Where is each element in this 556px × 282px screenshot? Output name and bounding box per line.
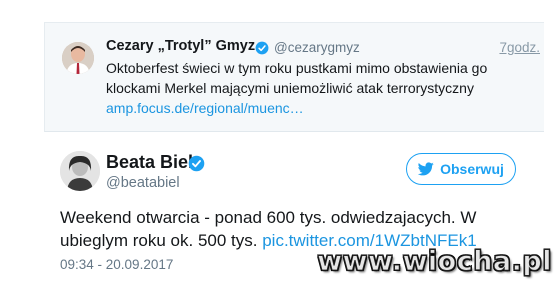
user-avatar-icon <box>62 42 94 74</box>
follow-button-label: Obserwuj <box>440 161 504 177</box>
quoted-tweet-link[interactable]: amp.focus.de/regional/muenc… <box>106 98 304 118</box>
quoted-author-handle[interactable]: @cezarygmyz <box>274 40 360 55</box>
user-avatar-icon <box>60 151 100 191</box>
quoted-tweet-text: Oktoberfest świeci w tym roku pustkami m… <box>106 60 488 96</box>
verified-badge-icon <box>255 41 269 55</box>
main-author-handle[interactable]: @beatabiel <box>106 175 180 191</box>
quoted-author-name[interactable]: Cezary „Trotyl” Gmyz <box>106 38 255 54</box>
twitter-bird-icon <box>418 162 434 176</box>
watermark: www.wiocha.pl <box>317 246 552 278</box>
quoted-tweet[interactable]: Cezary „Trotyl” Gmyz @cezarygmyz 7godz. … <box>44 22 544 132</box>
main-author-name[interactable]: Beata Biel <box>106 152 193 173</box>
main-tweet-date[interactable]: 09:34 - 20.09.2017 <box>60 257 173 272</box>
tweet-screenshot: Cezary „Trotyl” Gmyz @cezarygmyz 7godz. … <box>0 0 556 282</box>
follow-button[interactable]: Obserwuj <box>406 153 516 185</box>
verified-badge-icon <box>188 155 205 172</box>
quoted-author-avatar[interactable] <box>62 42 94 74</box>
main-author-avatar[interactable] <box>60 151 100 191</box>
quoted-tweet-time[interactable]: 7godz. <box>499 40 540 55</box>
